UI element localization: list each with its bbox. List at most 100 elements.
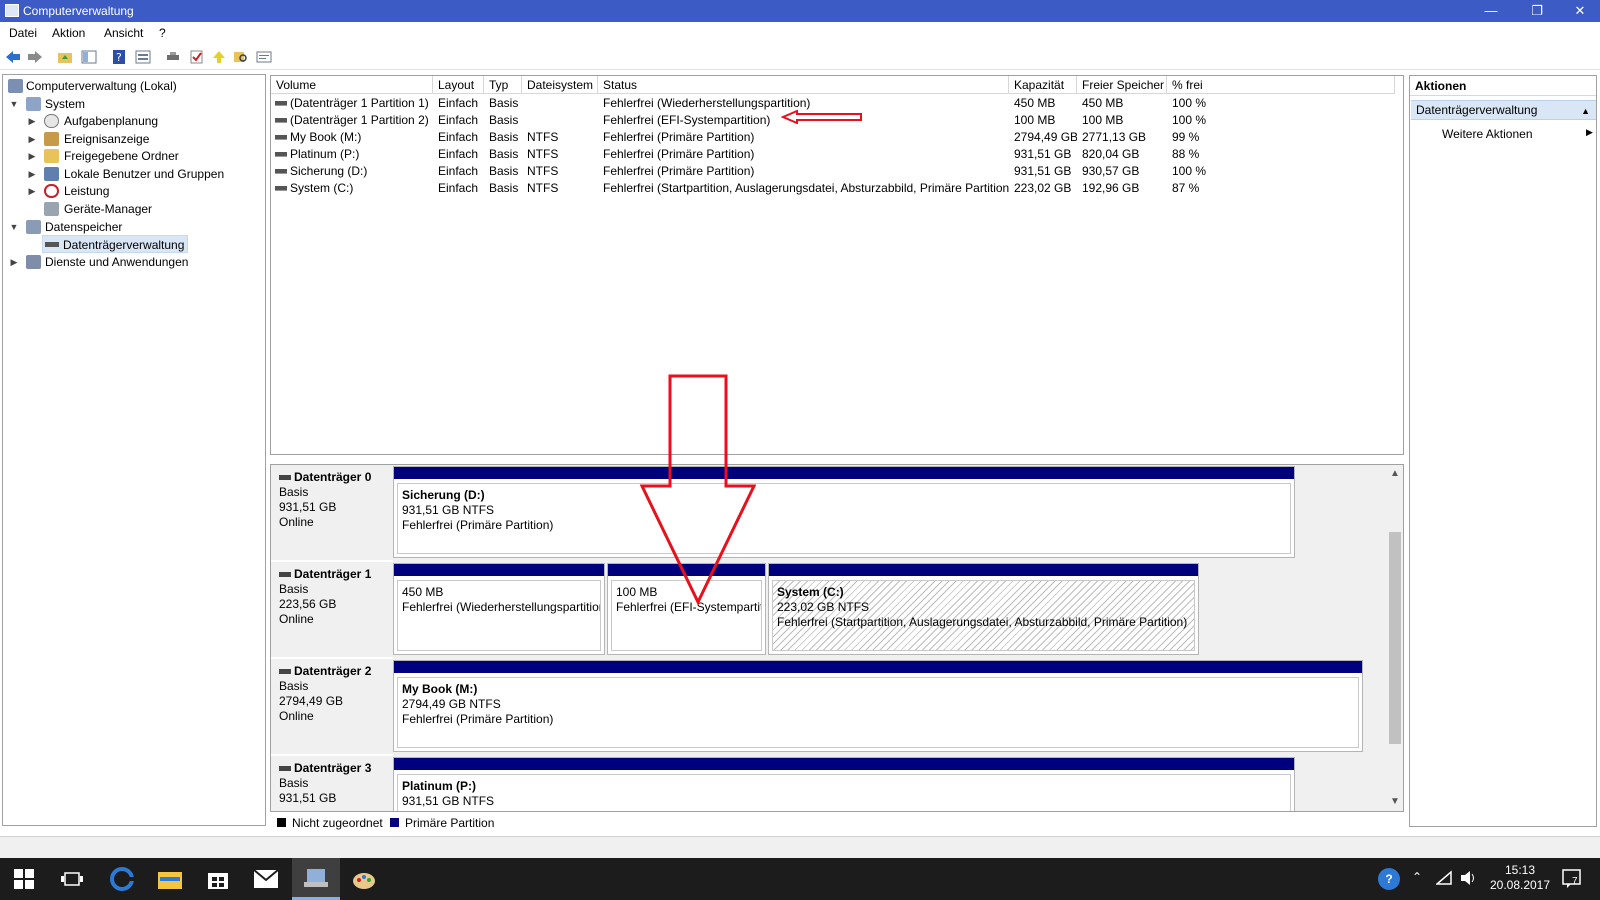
tree-item-dienste[interactable]: ▶ Dienste und Anwendungen xyxy=(6,253,256,271)
volume-row[interactable]: Sicherung (D:) Einfach Basis NTFS Fehlerfrei… xyxy=(271,163,1401,180)
chevron-up-icon[interactable]: ⌃ xyxy=(1412,870,1422,884)
chevron-right-icon[interactable]: ▶ xyxy=(26,130,38,148)
disk-label-2[interactable]: Datenträger 2 Basis 2794,49 GB Online xyxy=(271,659,393,756)
tree-item-lokale-benutzer[interactable]: ▶ Lokale Benutzer und Gruppen xyxy=(6,165,256,183)
chevron-right-icon[interactable]: ▶ xyxy=(8,253,20,271)
menu-help[interactable]: ? xyxy=(159,26,166,40)
chevron-down-icon[interactable]: ▼ xyxy=(8,218,20,236)
clock[interactable]: 15:13 20.08.2017 xyxy=(1484,863,1556,893)
task-view-icon[interactable] xyxy=(48,858,96,900)
chevron-right-icon[interactable]: ▶ xyxy=(26,165,38,183)
computer-management-taskbar-icon[interactable] xyxy=(292,858,340,900)
scroll-up-icon[interactable]: ▲ xyxy=(1390,468,1400,479)
edge-icon[interactable] xyxy=(98,858,146,900)
restore-button[interactable]: ❐ xyxy=(1514,0,1560,22)
volume-cell: Einfach xyxy=(438,95,484,112)
chevron-right-icon[interactable]: ▶ xyxy=(26,112,38,130)
menu-datei[interactable]: Datei xyxy=(9,26,37,40)
disk-label-1[interactable]: Datenträger 1 Basis 223,56 GB Online xyxy=(271,562,393,659)
tree-label: Datenträgerverwaltung xyxy=(63,238,185,252)
volume-cell: System (C:) xyxy=(271,180,428,197)
volume-icon[interactable] xyxy=(1460,870,1478,889)
column-header-volume[interactable]: Volume xyxy=(271,76,433,94)
volume-cell: (Datenträger 1 Partition 1) xyxy=(271,95,428,112)
column-header-kapazitaet[interactable]: Kapazität xyxy=(1009,76,1077,94)
start-icon[interactable] xyxy=(0,858,48,900)
partition-1-2[interactable]: System (C:) 223,02 GB NTFS Fehlerfrei (Sta… xyxy=(768,563,1199,655)
partition-3-0[interactable]: Platinum (P:) 931,51 GB NTFS xyxy=(393,757,1295,811)
scroll-down-icon[interactable]: ▼ xyxy=(1390,796,1400,807)
disk-type: Basis xyxy=(279,776,309,790)
column-header-freier-speicher[interactable]: Freier Speicher xyxy=(1077,76,1167,94)
volume-icon xyxy=(275,134,287,140)
column-header-dateisystem[interactable]: Dateisystem xyxy=(522,76,598,94)
computer-management-icon xyxy=(8,79,23,93)
menu-ansicht[interactable]: Ansicht xyxy=(104,26,143,40)
tree-item-datentraegerverwaltung[interactable]: Datenträgerverwaltung xyxy=(42,235,188,253)
volume-cell: 450 MB xyxy=(1014,95,1077,112)
volume-cell-text: (Datenträger 1 Partition 1) xyxy=(290,96,428,110)
tools-icon xyxy=(26,97,41,111)
partition-0-0[interactable]: Sicherung (D:) 931,51 GB NTFS Fehlerfrei (… xyxy=(393,466,1295,558)
column-header-layout[interactable]: Layout xyxy=(433,76,484,94)
notification-icon[interactable]: 7 xyxy=(1562,868,1582,891)
menu-aktion[interactable]: Aktion xyxy=(52,26,85,40)
connect-icon[interactable] xyxy=(164,48,182,65)
disk-view-scrollbar[interactable]: ▲ ▼ xyxy=(1387,466,1403,810)
scroll-thumb[interactable] xyxy=(1389,532,1401,744)
minimize-button[interactable]: — xyxy=(1468,0,1514,22)
tree-item-root[interactable]: Computerverwaltung (Lokal) xyxy=(6,77,256,95)
tree-item-datenspeicher[interactable]: ▼ Datenspeicher xyxy=(6,218,256,236)
folder-up-icon[interactable] xyxy=(210,48,228,65)
volume-cell-text: Fehlerfrei (Startpartition, Auslagerungs… xyxy=(603,181,1009,195)
tree-item-system[interactable]: ▼ System xyxy=(6,95,256,113)
volume-cell: 99 % xyxy=(1172,129,1395,146)
chevron-right-icon[interactable]: ▶ xyxy=(26,147,38,165)
tree-item-leistung[interactable]: ▶ Leistung xyxy=(6,182,256,200)
column-header-prozent-frei[interactable]: % frei xyxy=(1167,76,1395,94)
store-icon[interactable] xyxy=(194,858,242,900)
chevron-down-icon[interactable]: ▼ xyxy=(8,95,20,113)
volume-row[interactable]: System (C:) Einfach Basis NTFS Fehlerfrei (S… xyxy=(271,180,1401,197)
partition-bar xyxy=(394,564,604,576)
volume-cell: Basis xyxy=(489,146,522,163)
volume-cell: 931,51 GB xyxy=(1014,163,1077,180)
search-icon[interactable] xyxy=(232,48,250,65)
volume-row[interactable]: My Book (M:) Einfach Basis NTFS Fehlerfrei (… xyxy=(271,129,1401,146)
partition-1-0[interactable]: 450 MB Fehlerfrei (Wiederherstellungspart… xyxy=(393,563,605,655)
volume-cell-text: 100 % xyxy=(1172,164,1207,178)
legend: Nicht zugeordnet Primäre Partition xyxy=(270,815,1404,831)
partition-2-0[interactable]: My Book (M:) 2794,49 GB NTFS Fehlerfrei (P… xyxy=(393,660,1363,752)
wifi-icon[interactable] xyxy=(1434,870,1454,889)
check-icon[interactable] xyxy=(188,48,206,65)
tree-item-freigegebene-ordner[interactable]: ▶ Freigegebene Ordner xyxy=(6,147,256,165)
tree-item-aufgabenplanung[interactable]: ▶ Aufgabenplanung xyxy=(6,112,256,130)
disk-name: Datenträger 0 xyxy=(279,470,385,485)
column-header-typ[interactable]: Typ xyxy=(484,76,522,94)
volume-cell-text: 99 % xyxy=(1172,130,1200,144)
column-header-status[interactable]: Status xyxy=(598,76,1009,94)
list-icon[interactable] xyxy=(255,48,273,65)
tree-item-geraete-manager[interactable]: Geräte-Manager xyxy=(6,200,256,218)
back-icon[interactable] xyxy=(4,48,22,65)
mail-icon[interactable] xyxy=(242,858,290,900)
action-weitere-aktionen[interactable]: Weitere Aktionen xyxy=(1442,126,1533,142)
properties-icon[interactable] xyxy=(134,48,152,65)
help-icon[interactable]: ? xyxy=(110,48,128,65)
help-tray-icon[interactable]: ? xyxy=(1378,868,1400,890)
up-folder-icon[interactable] xyxy=(56,48,74,65)
collapse-icon[interactable]: ▲ xyxy=(1581,102,1590,120)
paint-icon[interactable] xyxy=(340,858,388,900)
forward-icon[interactable] xyxy=(26,48,44,65)
explorer-icon[interactable] xyxy=(146,858,194,900)
volume-cell-text: Basis xyxy=(489,164,519,178)
show-hide-tree-icon[interactable] xyxy=(80,48,98,65)
taskbar: ? ⌃ 15:13 20.08.2017 7 xyxy=(0,858,1600,900)
disk-label-3[interactable]: Datenträger 3 Basis 931,51 GB xyxy=(271,756,393,811)
chevron-right-icon[interactable]: ▶ xyxy=(26,182,38,200)
volume-row[interactable]: Platinum (P:) Einfach Basis NTFS Fehlerfrei … xyxy=(271,146,1401,163)
actions-section-datentraegerverwaltung[interactable]: Datenträgerverwaltung ▲ xyxy=(1411,100,1596,120)
tree-item-ereignisanzeige[interactable]: ▶ Ereignisanzeige xyxy=(6,130,256,148)
close-button[interactable]: ✕ xyxy=(1560,0,1600,22)
disk-label-0[interactable]: Datenträger 0 Basis 931,51 GB Online xyxy=(271,465,393,562)
